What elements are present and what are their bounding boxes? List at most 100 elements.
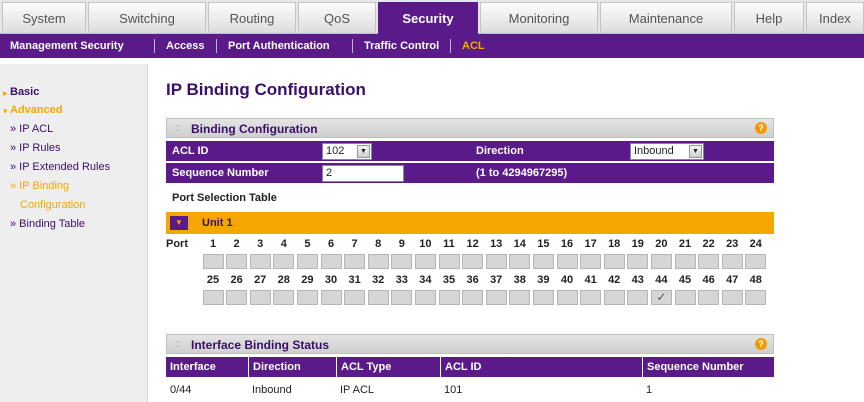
port-checkbox-42[interactable]: [603, 290, 625, 305]
port-checkbox-14[interactable]: [509, 254, 531, 269]
port-checkbox-38[interactable]: [509, 290, 531, 305]
help-icon[interactable]: ?: [755, 338, 767, 350]
tab-qos[interactable]: QoS: [298, 2, 376, 33]
binding-config-title: Binding Configuration: [191, 122, 318, 136]
binding-status-title: Interface Binding Status: [191, 338, 330, 352]
port-checkbox-28[interactable]: [273, 290, 295, 305]
port-number-2: 2: [233, 238, 240, 250]
chevron-down-icon: ▼: [357, 145, 370, 158]
port-checkbox-43[interactable]: [627, 290, 649, 305]
acl-id-select[interactable]: 102 ▼: [322, 143, 372, 160]
port-checkbox-20[interactable]: [650, 254, 672, 269]
port-checkbox-31[interactable]: [344, 290, 366, 305]
port-checkbox-3[interactable]: [249, 254, 271, 269]
drag-handle-icon: ::: [175, 122, 180, 134]
direction-select[interactable]: Inbound ▼: [630, 143, 704, 160]
tab-index[interactable]: Index: [806, 2, 864, 33]
port-checkbox-44[interactable]: ✓: [650, 290, 672, 305]
tab-system[interactable]: System: [2, 2, 86, 33]
port-checkbox-46[interactable]: [698, 290, 720, 305]
port-checkbox-5[interactable]: [296, 254, 318, 269]
port-checkbox-23[interactable]: [721, 254, 743, 269]
port-number-20: 20: [655, 238, 668, 250]
tab-maintenance[interactable]: Maintenance: [600, 2, 732, 33]
port-checkbox-47[interactable]: [721, 290, 743, 305]
port-checkbox-21[interactable]: [674, 254, 696, 269]
port-checkbox-12[interactable]: [462, 254, 484, 269]
nav-ip-binding-configuration[interactable]: Configuration: [20, 199, 85, 211]
port-checkbox-39[interactable]: [532, 290, 554, 305]
port-number-31: 31: [348, 274, 361, 286]
subnav-port-authentication[interactable]: Port Authentication: [228, 34, 330, 58]
port-checkbox-6[interactable]: [320, 254, 342, 269]
port-number-30: 30: [324, 274, 338, 286]
port-checkbox-26[interactable]: [226, 290, 248, 305]
sequence-number-value: 2: [326, 167, 333, 179]
help-icon[interactable]: ?: [755, 122, 767, 134]
port-checkbox-4[interactable]: [273, 254, 295, 269]
subnav-traffic-control[interactable]: Traffic Control: [364, 34, 439, 58]
port-number-34: 34: [419, 274, 432, 286]
tab-switching[interactable]: Switching: [88, 2, 206, 33]
subnav-separator: [352, 39, 353, 53]
port-checkbox-9[interactable]: [391, 254, 413, 269]
nav-ip-rules[interactable]: » IP Rules: [10, 142, 61, 154]
subnav-management-security[interactable]: Management Security: [10, 34, 124, 58]
port-checkbox-2[interactable]: [226, 254, 248, 269]
port-checkbox-16[interactable]: [556, 254, 578, 269]
subnav-separator: [450, 39, 451, 53]
port-checkbox-22[interactable]: [698, 254, 720, 269]
nav-binding-table[interactable]: » Binding Table: [10, 218, 85, 230]
nav-advanced[interactable]: Advanced: [10, 104, 63, 116]
port-checkbox-24[interactable]: [745, 254, 767, 269]
collapse-toggle-icon[interactable]: ▼: [170, 216, 188, 230]
port-checkbox-32[interactable]: [367, 290, 389, 305]
nav-ip-extended-rules[interactable]: » IP Extended Rules: [10, 161, 110, 173]
port-number-19: 19: [631, 238, 644, 250]
tab-monitoring[interactable]: Monitoring: [480, 2, 598, 33]
port-label: Port: [166, 238, 188, 250]
tab-help[interactable]: Help: [734, 2, 804, 33]
port-number-43: 43: [631, 274, 644, 286]
col-direction: Direction: [248, 357, 334, 378]
port-checkbox-1[interactable]: [202, 254, 224, 269]
port-checkbox-8[interactable]: [367, 254, 389, 269]
port-number-10: 10: [419, 238, 432, 250]
port-checkbox-25[interactable]: [202, 290, 224, 305]
port-checkbox-15[interactable]: [532, 254, 554, 269]
port-checkbox-13[interactable]: [485, 254, 507, 269]
port-checkbox-40[interactable]: [556, 290, 578, 305]
port-checkbox-10[interactable]: [414, 254, 436, 269]
subnav-access[interactable]: Access: [166, 34, 205, 58]
port-number-27: 27: [254, 274, 267, 286]
port-checkbox-36[interactable]: [462, 290, 484, 305]
port-checkbox-30[interactable]: [320, 290, 342, 305]
port-checkbox-11[interactable]: [438, 254, 460, 269]
port-number-26: 26: [230, 274, 243, 286]
nav-bullet-icon: ▸: [3, 88, 8, 98]
port-number-35: 35: [442, 274, 456, 286]
port-checkbox-27[interactable]: [249, 290, 271, 305]
port-checkbox-37[interactable]: [485, 290, 507, 305]
nav-ip-binding[interactable]: » IP Binding: [10, 180, 69, 192]
nav-ip-acl[interactable]: » IP ACL: [10, 123, 53, 135]
port-checkbox-34[interactable]: [414, 290, 436, 305]
tab-security[interactable]: Security: [378, 2, 478, 34]
port-checkbox-45[interactable]: [674, 290, 696, 305]
port-checkbox-19[interactable]: [627, 254, 649, 269]
port-checkbox-18[interactable]: [603, 254, 625, 269]
port-checkbox-7[interactable]: [344, 254, 366, 269]
subnav-acl[interactable]: ACL: [462, 34, 485, 58]
port-checkbox-29[interactable]: [296, 290, 318, 305]
port-checkbox-33[interactable]: [391, 290, 413, 305]
port-checkbox-17[interactable]: [580, 254, 602, 269]
sequence-number-input[interactable]: 2: [322, 165, 404, 182]
tab-routing[interactable]: Routing: [208, 2, 296, 33]
port-number-48: 48: [749, 274, 762, 286]
port-checkbox-35[interactable]: [438, 290, 460, 305]
drag-handle-icon: ::: [175, 338, 180, 350]
port-checkbox-41[interactable]: [580, 290, 602, 305]
port-number-23: 23: [726, 238, 739, 250]
nav-basic[interactable]: Basic: [10, 86, 39, 98]
port-checkbox-48[interactable]: [745, 290, 767, 305]
